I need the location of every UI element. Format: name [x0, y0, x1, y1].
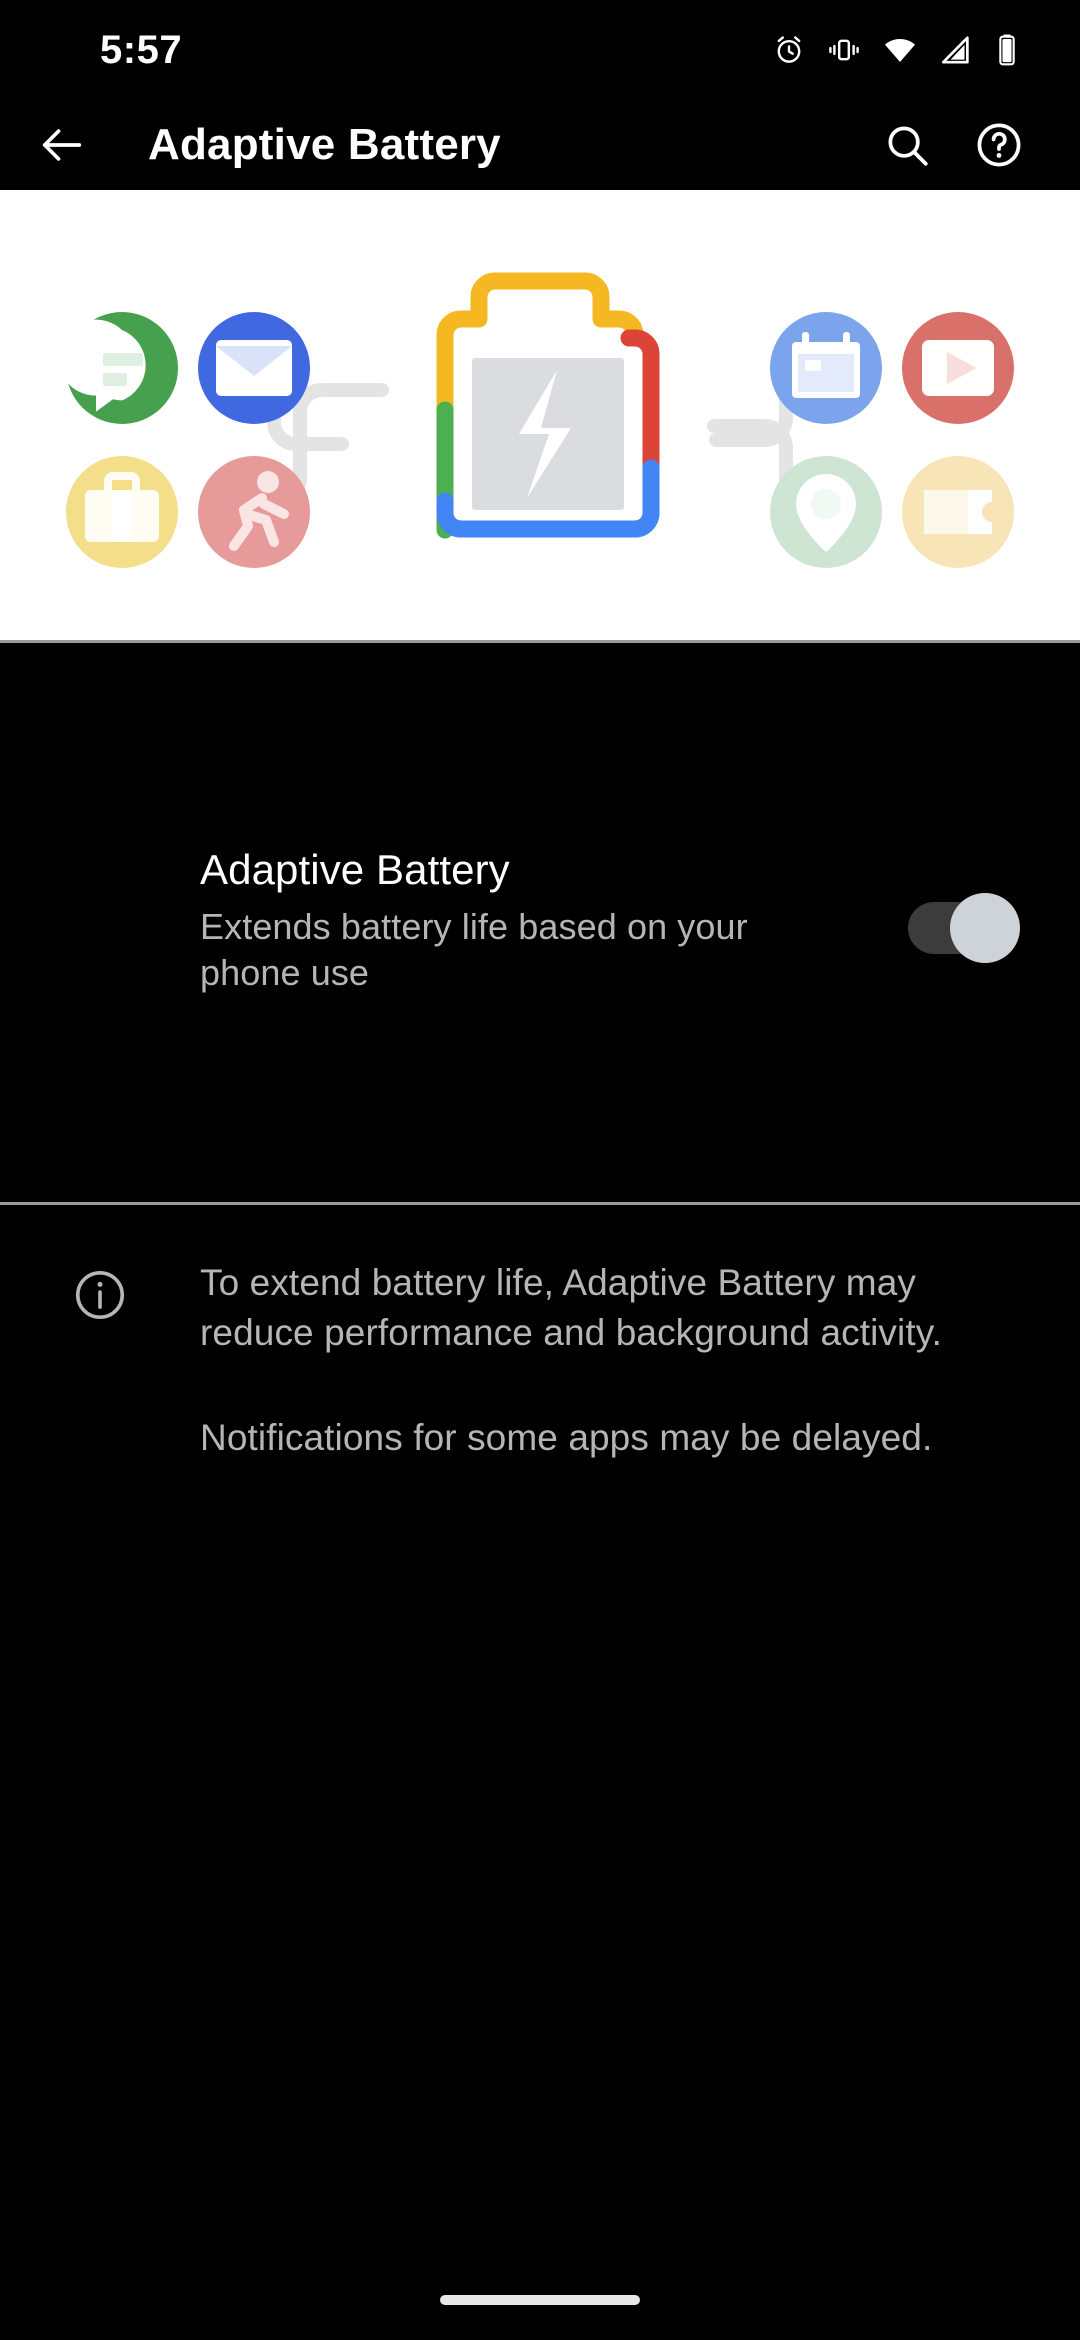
- section-divider-info: [0, 1202, 1080, 1205]
- calendar-app-icon: [770, 312, 882, 424]
- adaptive-battery-illustration: [0, 190, 1080, 640]
- signal-icon: [939, 33, 973, 67]
- app-bar: Adaptive Battery: [0, 100, 1080, 190]
- adaptive-battery-switch[interactable]: [908, 888, 1020, 963]
- search-button[interactable]: [882, 120, 932, 170]
- app-bar-actions: [882, 120, 1080, 170]
- status-time: 5:57: [100, 28, 183, 72]
- home-gesture-pill[interactable]: [440, 2295, 640, 2305]
- video-app-icon: [902, 312, 1014, 424]
- fitness-app-icon: [198, 456, 310, 568]
- back-arrow-icon: [36, 119, 88, 171]
- help-button[interactable]: [974, 120, 1024, 170]
- help-icon: [974, 120, 1024, 170]
- switch-thumb: [950, 893, 1020, 963]
- adaptive-battery-setting-section: Adaptive Battery Extends battery life ba…: [0, 640, 1080, 1202]
- info-paragraph: To extend battery life, Adaptive Battery…: [200, 1262, 942, 1354]
- wifi-icon: [882, 33, 918, 67]
- battery-graphic: [436, 272, 660, 539]
- location-app-icon: [770, 456, 882, 568]
- info-paragraph: Notifications for some apps may be delay…: [200, 1416, 933, 1458]
- illustration-graphic: [57, 272, 1014, 568]
- back-button[interactable]: [12, 119, 112, 171]
- messages-app-icon: [57, 312, 178, 424]
- info-section: To extend battery life, Adaptive Battery…: [0, 1202, 1080, 1463]
- work-app-icon: [66, 456, 178, 568]
- mail-app-icon: [198, 312, 310, 424]
- status-icons: [772, 33, 1034, 67]
- status-bar: 5:57: [0, 0, 1080, 100]
- battery-icon: [994, 33, 1020, 67]
- setting-title: Adaptive Battery: [200, 845, 510, 893]
- info-text-group: To extend battery life, Adaptive Battery…: [200, 1258, 1024, 1463]
- battery-outline-top: [436, 272, 644, 379]
- alarm-icon: [772, 33, 806, 67]
- info-icon-wrap: [0, 1258, 200, 1463]
- battery-outline-right: [620, 329, 660, 483]
- vibrate-icon: [827, 33, 861, 67]
- adaptive-battery-toggle-row[interactable]: Adaptive Battery Extends battery life ba…: [0, 643, 1080, 1199]
- info-body: To extend battery life, Adaptive Battery…: [0, 1202, 1080, 1463]
- search-icon: [882, 120, 932, 170]
- page-title: Adaptive Battery: [148, 120, 501, 169]
- setting-subtitle: Extends battery life based on your phone…: [200, 905, 748, 994]
- phone-screen: 5:57 Adaptive Battery Adaptive Battery E…: [0, 0, 1080, 2340]
- toggle-text-group: Adaptive Battery Extends battery life ba…: [200, 846, 908, 996]
- info-icon: [71, 1266, 129, 1463]
- ticket-app-icon: [902, 456, 1014, 568]
